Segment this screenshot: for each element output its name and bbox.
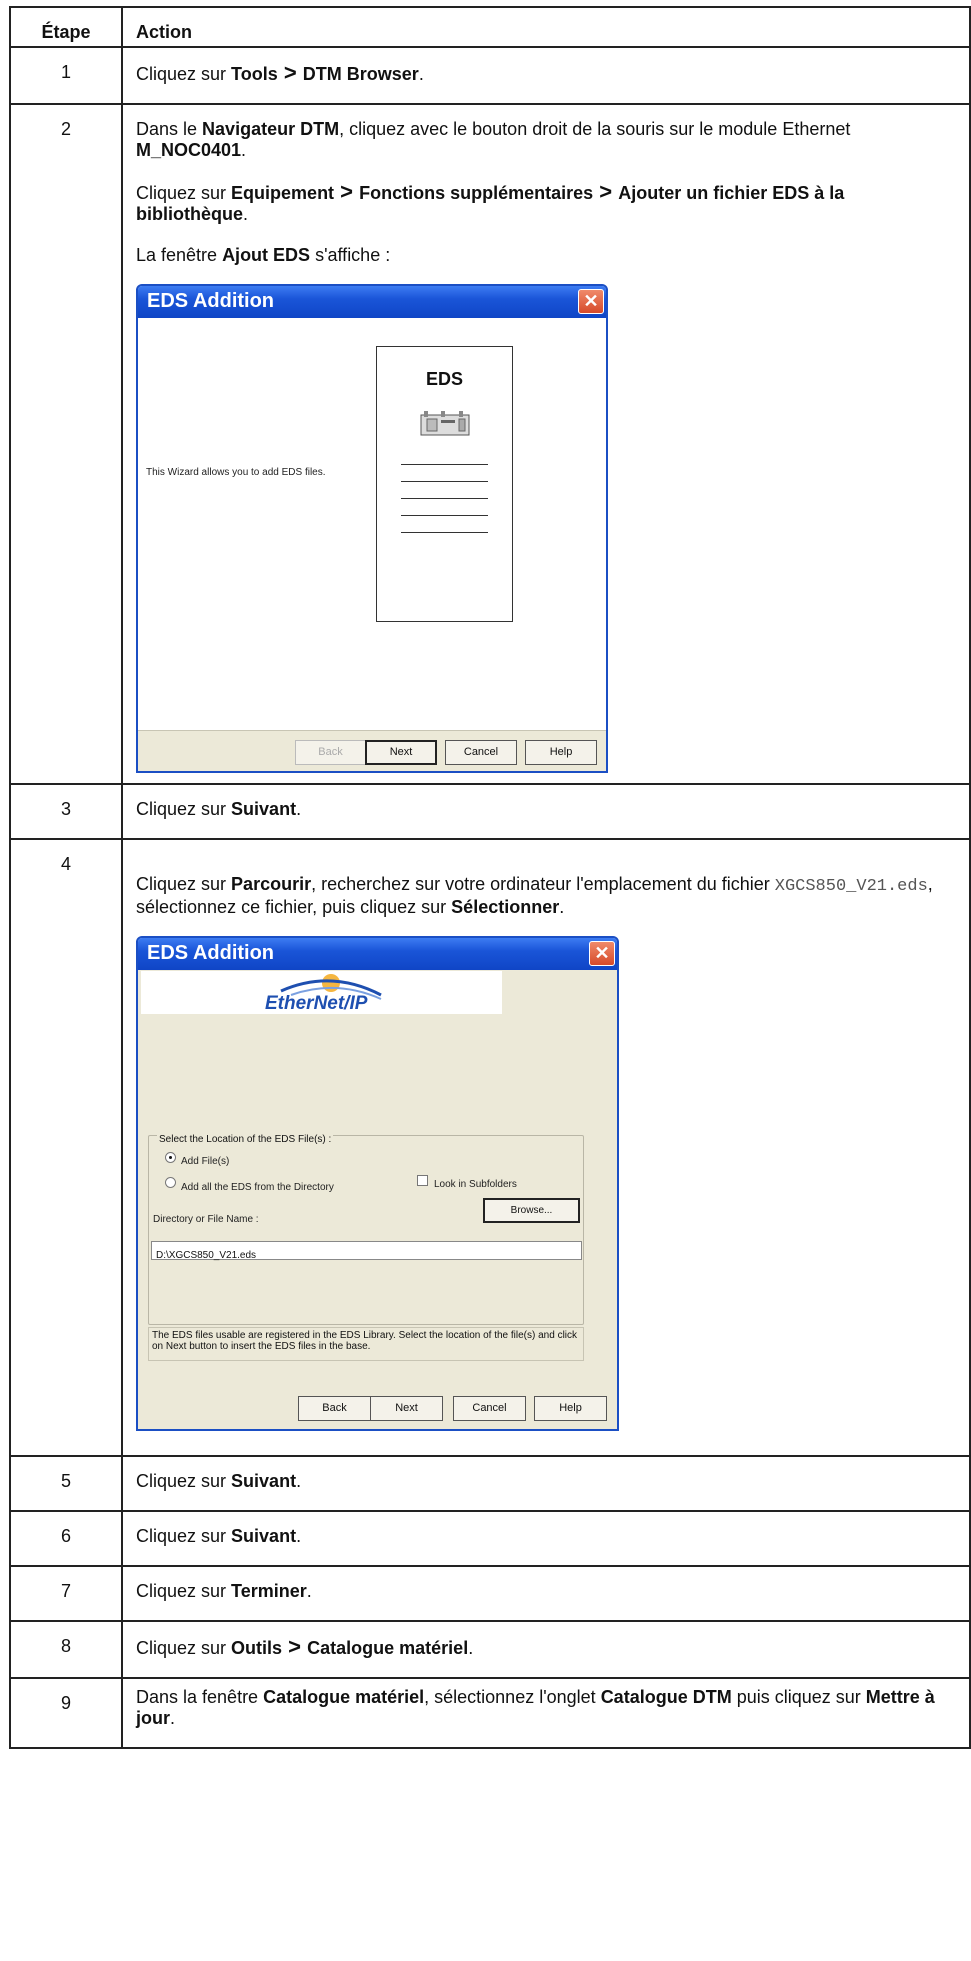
table-row: 6 Cliquez sur Suivant. [9, 1510, 971, 1567]
dialog-footer: Back Next Cancel Help [138, 730, 606, 771]
step-action: Cliquez sur Suivant. [121, 783, 971, 840]
cancel-button[interactable]: Cancel [453, 1396, 526, 1421]
cancel-button[interactable]: Cancel [445, 740, 517, 765]
eds-illustration: EDS [376, 346, 513, 622]
action-text: Dans la fenêtre Catalogue matériel, séle… [136, 1687, 935, 1728]
add-file-radio[interactable] [165, 1152, 176, 1163]
add-directory-radio[interactable] [165, 1177, 176, 1188]
dialog-title: EDS Addition [138, 286, 606, 318]
table-row: 4 Cliquez sur Parcourir, recherchez sur … [9, 838, 971, 1457]
step-number: 1 [9, 46, 123, 105]
table-row: 2 Dans le Navigateur DTM, cliquez avec l… [9, 103, 971, 785]
dialog-body: This Wizard allows you to add EDS files.… [138, 318, 606, 730]
action-text: Cliquez sur Outils > Catalogue matériel. [136, 1634, 474, 1659]
ethernet-ip-logo: EtherNet/IP [265, 974, 382, 1014]
close-icon[interactable]: ✕ [578, 289, 604, 314]
ethernet-ip-banner: EtherNet/IP [141, 971, 502, 1014]
card-line [401, 481, 488, 482]
step-action: Dans la fenêtre Catalogue matériel, séle… [121, 1677, 971, 1749]
step-action: Cliquez sur Parcourir, recherchez sur vo… [121, 838, 971, 1457]
wizard-description: This Wizard allows you to add EDS files. [146, 467, 326, 478]
step-action: Dans le Navigateur DTM, cliquez avec le … [121, 103, 971, 785]
step-number: 8 [9, 1620, 123, 1679]
help-button[interactable]: Help [525, 740, 597, 765]
step-action: Cliquez sur Suivant. [121, 1455, 971, 1512]
action-text: Cliquez sur Suivant. [136, 799, 302, 819]
action-text: Cliquez sur Parcourir, recherchez sur vo… [136, 874, 933, 917]
browse-button[interactable]: Browse... [483, 1198, 580, 1223]
device-icon [420, 411, 470, 436]
group-legend: Select the Location of the EDS File(s) : [157, 1129, 334, 1150]
eds-addition-dialog-location: EDS Addition ✕ EtherNet/IP Select the Lo… [136, 936, 619, 1431]
table-row: 5 Cliquez sur Suivant. [9, 1455, 971, 1512]
action-text: Cliquez sur Suivant. [136, 1526, 302, 1546]
location-group: Select the Location of the EDS File(s) :… [148, 1129, 584, 1325]
next-button[interactable]: Next [370, 1396, 443, 1421]
table-row: 8 Cliquez sur Outils > Catalogue matérie… [9, 1620, 971, 1679]
header-action: Action [121, 6, 971, 48]
step-number: 5 [9, 1455, 123, 1512]
action-text: Cliquez sur Equipement > Fonctions suppl… [136, 179, 845, 225]
card-line [401, 515, 488, 516]
card-line [401, 464, 488, 465]
action-text: Cliquez sur Terminer. [136, 1581, 312, 1601]
step-number: 6 [9, 1510, 123, 1567]
logo-text: EtherNet/IP [265, 993, 368, 1014]
step-number: 7 [9, 1565, 123, 1622]
subfolders-label: Look in Subfolders [434, 1179, 517, 1190]
eds-addition-dialog-welcome: EDS Addition ✕ This Wizard allows you to… [136, 284, 608, 773]
table-header-row: Étape Action [9, 6, 971, 48]
step-number: 2 [9, 103, 123, 785]
table-row: 7 Cliquez sur Terminer. [9, 1565, 971, 1622]
procedure-table: Étape Action 1 Cliquez sur Tools > DTM B… [9, 6, 971, 1749]
back-button[interactable]: Back [295, 740, 366, 765]
table-row: 1 Cliquez sur Tools > DTM Browser. [9, 46, 971, 105]
info-text: The EDS files usable are registered in t… [148, 1327, 584, 1361]
step-action: Cliquez sur Suivant. [121, 1510, 971, 1567]
subfolders-checkbox[interactable] [417, 1175, 428, 1186]
next-button[interactable]: Next [365, 740, 437, 765]
action-text: La fenêtre Ajout EDS s'affiche : [136, 245, 391, 265]
step-number: 4 [9, 838, 123, 1457]
action-text: Cliquez sur Suivant. [136, 1471, 302, 1491]
action-text: Dans le Navigateur DTM, cliquez avec le … [136, 119, 851, 160]
eds-card-title: EDS [425, 369, 463, 389]
add-file-label: Add File(s) [181, 1156, 230, 1167]
card-line [401, 498, 488, 499]
action-text: Cliquez sur Tools > DTM Browser. [136, 60, 424, 85]
header-step: Étape [9, 6, 123, 48]
close-icon[interactable]: ✕ [589, 941, 615, 966]
step-number: 9 [9, 1677, 123, 1749]
step-action: Cliquez sur Terminer. [121, 1565, 971, 1622]
dialog-title: EDS Addition [138, 938, 617, 970]
step-number: 3 [9, 783, 123, 840]
table-row: 3 Cliquez sur Suivant. [9, 783, 971, 840]
card-line [401, 532, 488, 533]
table-row: 9 Dans la fenêtre Catalogue matériel, sé… [9, 1677, 971, 1749]
add-directory-label: Add all the EDS from the Directory [181, 1182, 334, 1193]
path-input[interactable]: D:\XGCS850_V21.eds [151, 1241, 582, 1261]
help-button[interactable]: Help [534, 1396, 607, 1421]
directory-label: Directory or File Name : [153, 1214, 259, 1225]
back-button[interactable]: Back [298, 1396, 371, 1421]
step-action: Cliquez sur Outils > Catalogue matériel. [121, 1620, 971, 1679]
step-action: Cliquez sur Tools > DTM Browser. [121, 46, 971, 105]
